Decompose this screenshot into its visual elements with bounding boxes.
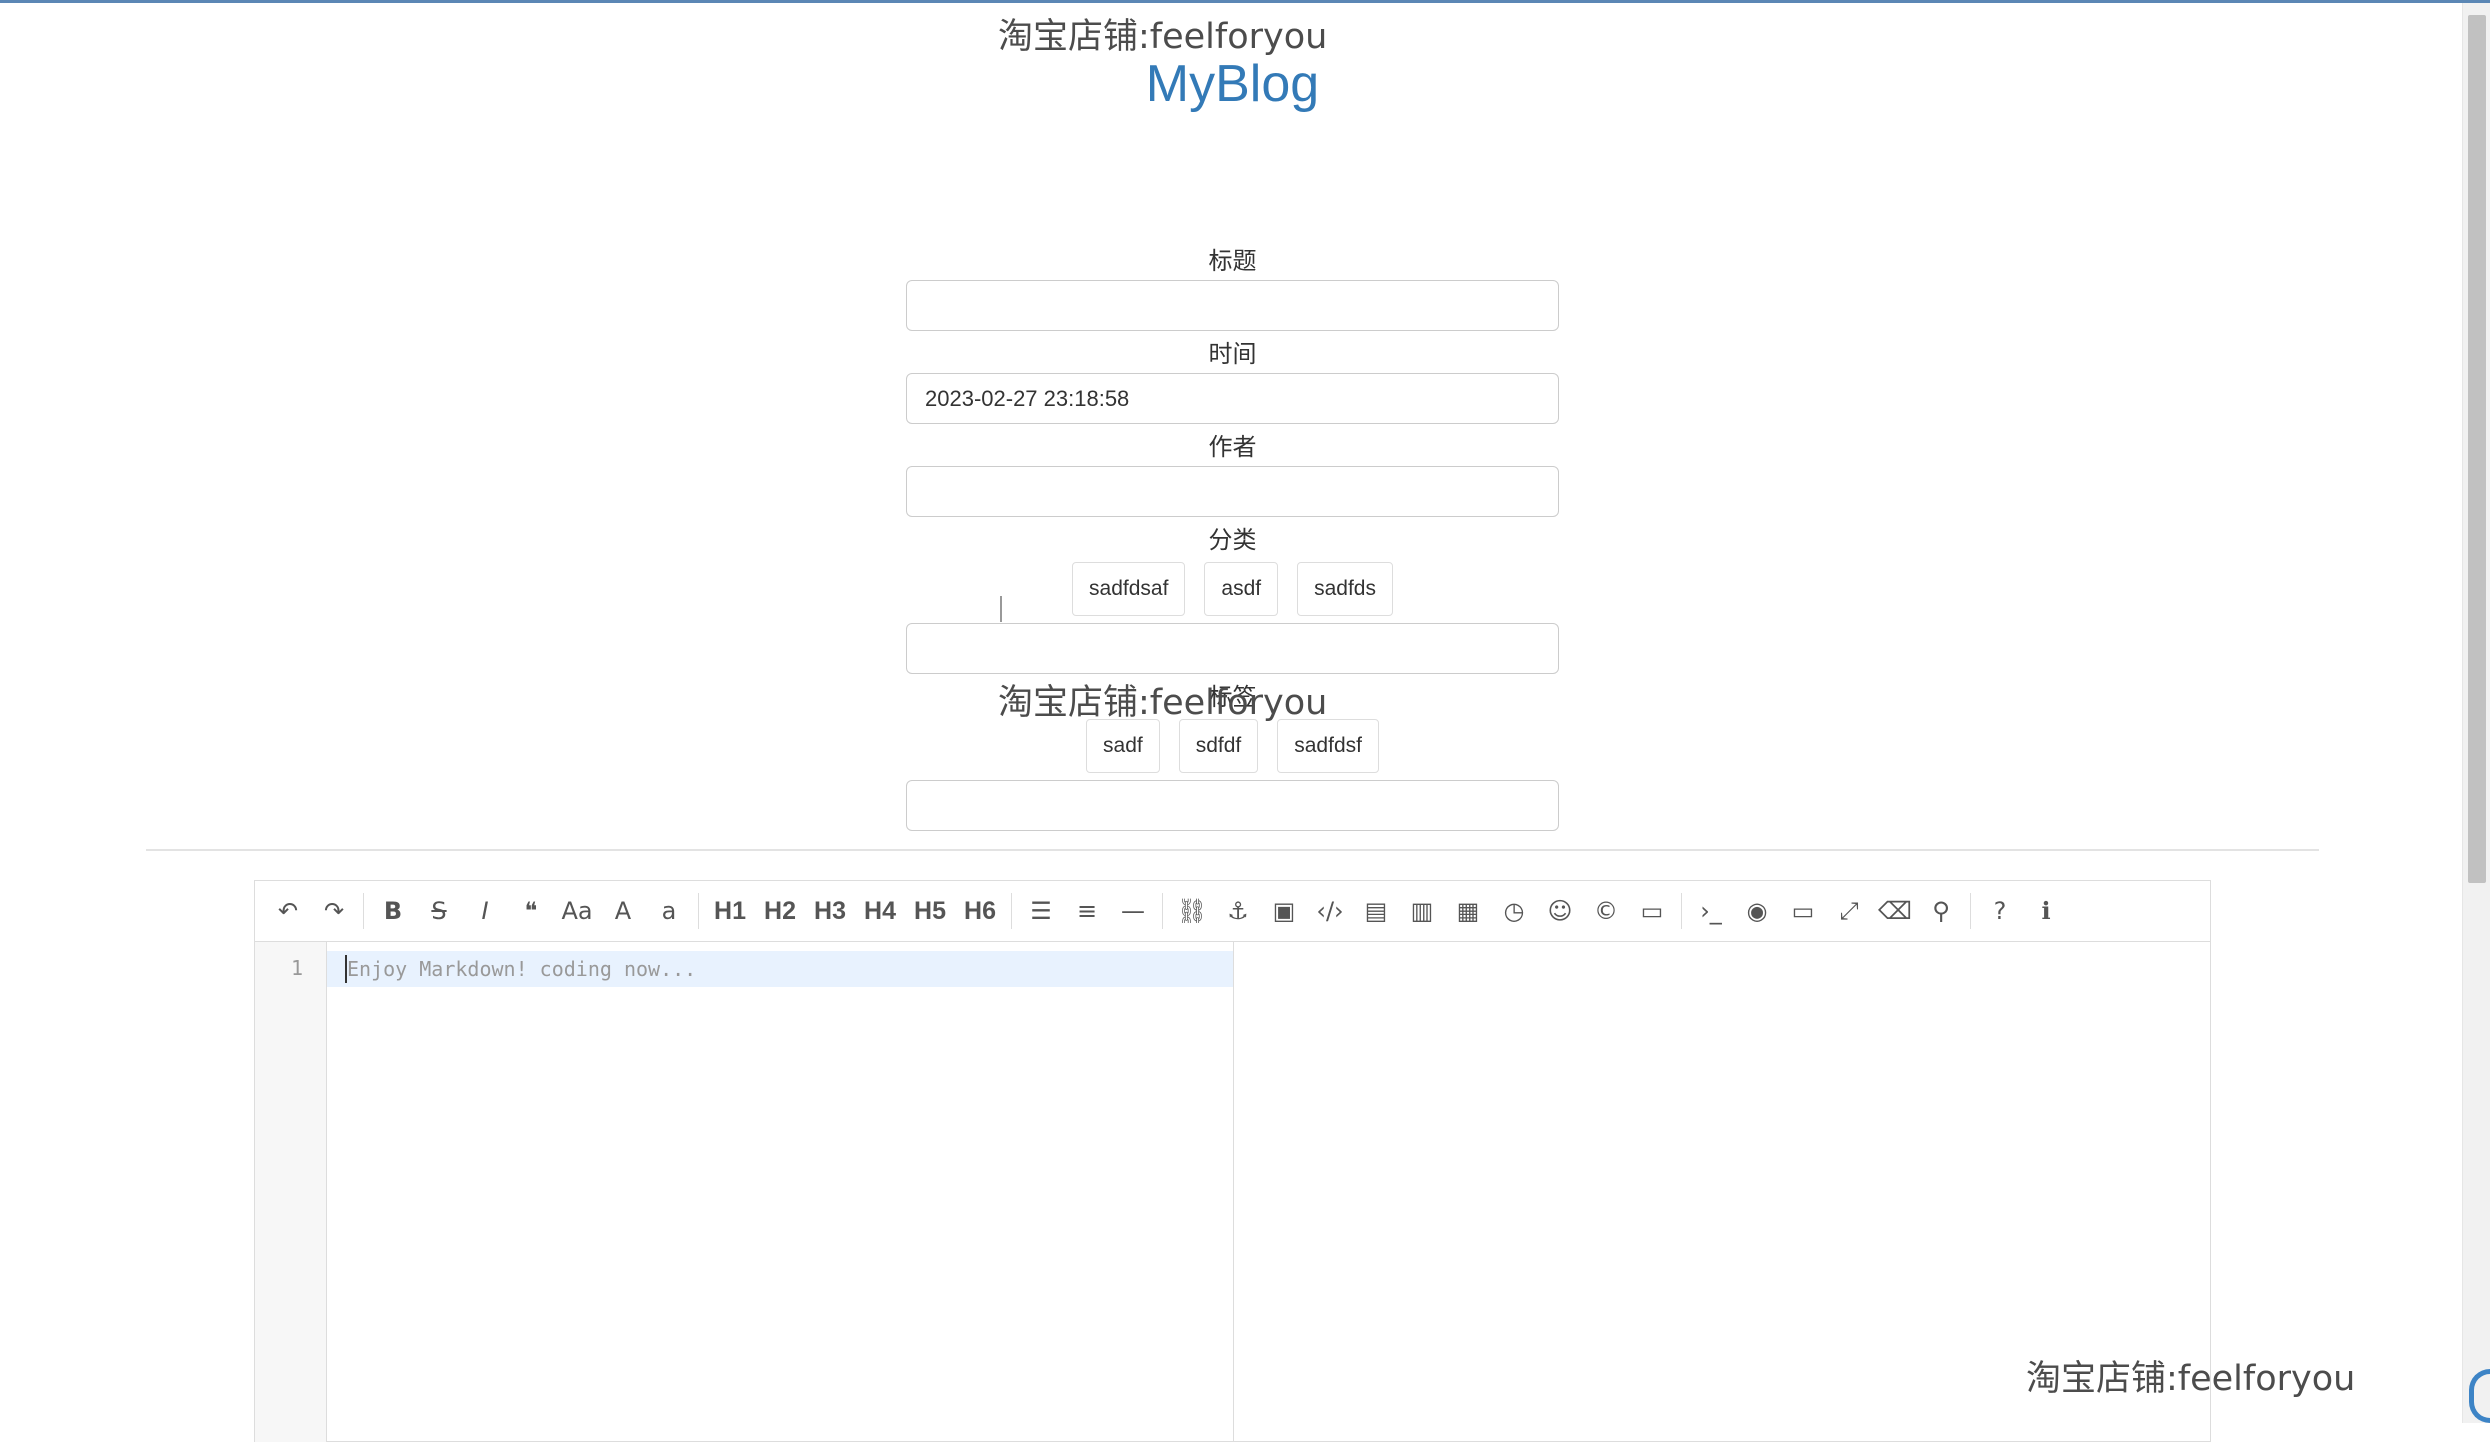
code-icon[interactable]: ‹/›: [1307, 891, 1353, 931]
info-icon[interactable]: ℹ: [2023, 891, 2069, 931]
quote-icon[interactable]: ❝: [508, 891, 554, 931]
page-scrollbar[interactable]: [2462, 3, 2490, 1423]
preview-divider: [1233, 942, 1234, 1442]
link-icon[interactable]: ⛓: [1169, 891, 1215, 931]
h6-button[interactable]: H6: [955, 891, 1005, 931]
h3-button[interactable]: H3: [805, 891, 855, 931]
list-ol-icon[interactable]: ≡: [1064, 891, 1110, 931]
h1-button[interactable]: H1: [705, 891, 755, 931]
tag-chip[interactable]: sadfdsf: [1277, 719, 1379, 773]
watermark-bottom: 淘宝店铺:feelforyou: [2026, 1359, 2356, 1399]
search-icon[interactable]: ⚲: [1918, 891, 1964, 931]
category-chip[interactable]: sadfdsaf: [1072, 562, 1186, 616]
hr-icon[interactable]: —: [1110, 891, 1156, 931]
italic-icon[interactable]: I: [462, 891, 508, 931]
top-border: [0, 0, 2490, 3]
watermark-middle: 淘宝店铺:feelforyou: [998, 683, 1328, 723]
tag-chip[interactable]: sadf: [1086, 719, 1160, 773]
watch-icon[interactable]: ◉: [1734, 891, 1780, 931]
line-number: 1: [290, 956, 303, 980]
category-chip[interactable]: sadfds: [1297, 562, 1393, 616]
category-input[interactable]: [906, 623, 1559, 674]
datetime-icon[interactable]: ◷: [1491, 891, 1537, 931]
redo-icon[interactable]: ↷: [311, 891, 357, 931]
table-icon[interactable]: ▦: [1445, 891, 1491, 931]
preformatted-text-icon[interactable]: ▤: [1353, 891, 1399, 931]
toolbar-separator: [1681, 893, 1682, 929]
tag-input[interactable]: [906, 780, 1559, 831]
image-icon[interactable]: ▣: [1261, 891, 1307, 931]
category-label: 分类: [1208, 527, 1257, 554]
code-area[interactable]: Enjoy Markdown! coding now...: [327, 942, 1233, 1442]
time-label: 时间: [1208, 341, 1257, 368]
tag-chips: sadf sdfdf sadfdsf: [906, 718, 1559, 774]
line-gutter: 1: [255, 942, 327, 1442]
markdown-editor: ↶ ↷ B S I ❝ Aa A a H1 H2 H3 H4 H5 H6 ☰ ≡…: [254, 880, 2211, 1442]
ucwords-icon[interactable]: A: [600, 891, 646, 931]
goto-line-icon[interactable]: ›_: [1688, 891, 1734, 931]
strikethrough-icon[interactable]: S: [416, 891, 462, 931]
toolbar-separator: [1970, 893, 1971, 929]
watermark-top: 淘宝店铺:feelforyou: [998, 17, 1328, 57]
author-label: 作者: [1208, 434, 1257, 461]
code-block-icon[interactable]: ▥: [1399, 891, 1445, 931]
tag-chip[interactable]: sdfdf: [1178, 719, 1259, 773]
bold-icon[interactable]: B: [370, 891, 416, 931]
divider: [146, 849, 2319, 851]
category-chips: sadfdsaf asdf sadfds: [906, 561, 1559, 617]
h5-button[interactable]: H5: [905, 891, 955, 931]
time-input[interactable]: 2023-02-27 23:18:58: [906, 373, 1559, 424]
toolbar-separator: [1162, 893, 1163, 929]
category-chip[interactable]: asdf: [1204, 562, 1279, 616]
toolbar-separator: [698, 893, 699, 929]
editor-placeholder: Enjoy Markdown! coding now...: [347, 957, 697, 981]
list-ul-icon[interactable]: ☰: [1018, 891, 1064, 931]
html-entities-icon[interactable]: ©: [1583, 891, 1629, 931]
preview-icon[interactable]: ▭: [1780, 891, 1826, 931]
emoji-icon[interactable]: ☺: [1537, 891, 1583, 931]
site-brand[interactable]: MyBlog: [0, 54, 2465, 114]
help-icon[interactable]: ?: [1977, 891, 2023, 931]
editor-toolbar: ↶ ↷ B S I ❝ Aa A a H1 H2 H3 H4 H5 H6 ☰ ≡…: [255, 881, 2210, 942]
pagebreak-icon[interactable]: ▭: [1629, 891, 1675, 931]
author-input[interactable]: [906, 466, 1559, 517]
title-label: 标题: [1208, 248, 1257, 275]
h2-button[interactable]: H2: [755, 891, 805, 931]
post-form: 标题 时间 2023-02-27 23:18:58 作者 分类 sadfdsaf…: [906, 244, 1559, 831]
uppercase-icon[interactable]: Aa: [554, 891, 600, 931]
scrollbar-thumb[interactable]: [2468, 15, 2486, 883]
clear-icon[interactable]: ⌫: [1872, 891, 1918, 931]
anchor-icon[interactable]: ⚓: [1215, 891, 1261, 931]
h4-button[interactable]: H4: [855, 891, 905, 931]
fullscreen-icon[interactable]: ⤢: [1826, 891, 1872, 931]
lowercase-icon[interactable]: a: [646, 891, 692, 931]
title-input[interactable]: [906, 280, 1559, 331]
toolbar-separator: [363, 893, 364, 929]
toolbar-separator: [1011, 893, 1012, 929]
text-cursor-icon: [1000, 596, 1002, 622]
undo-icon[interactable]: ↶: [265, 891, 311, 931]
